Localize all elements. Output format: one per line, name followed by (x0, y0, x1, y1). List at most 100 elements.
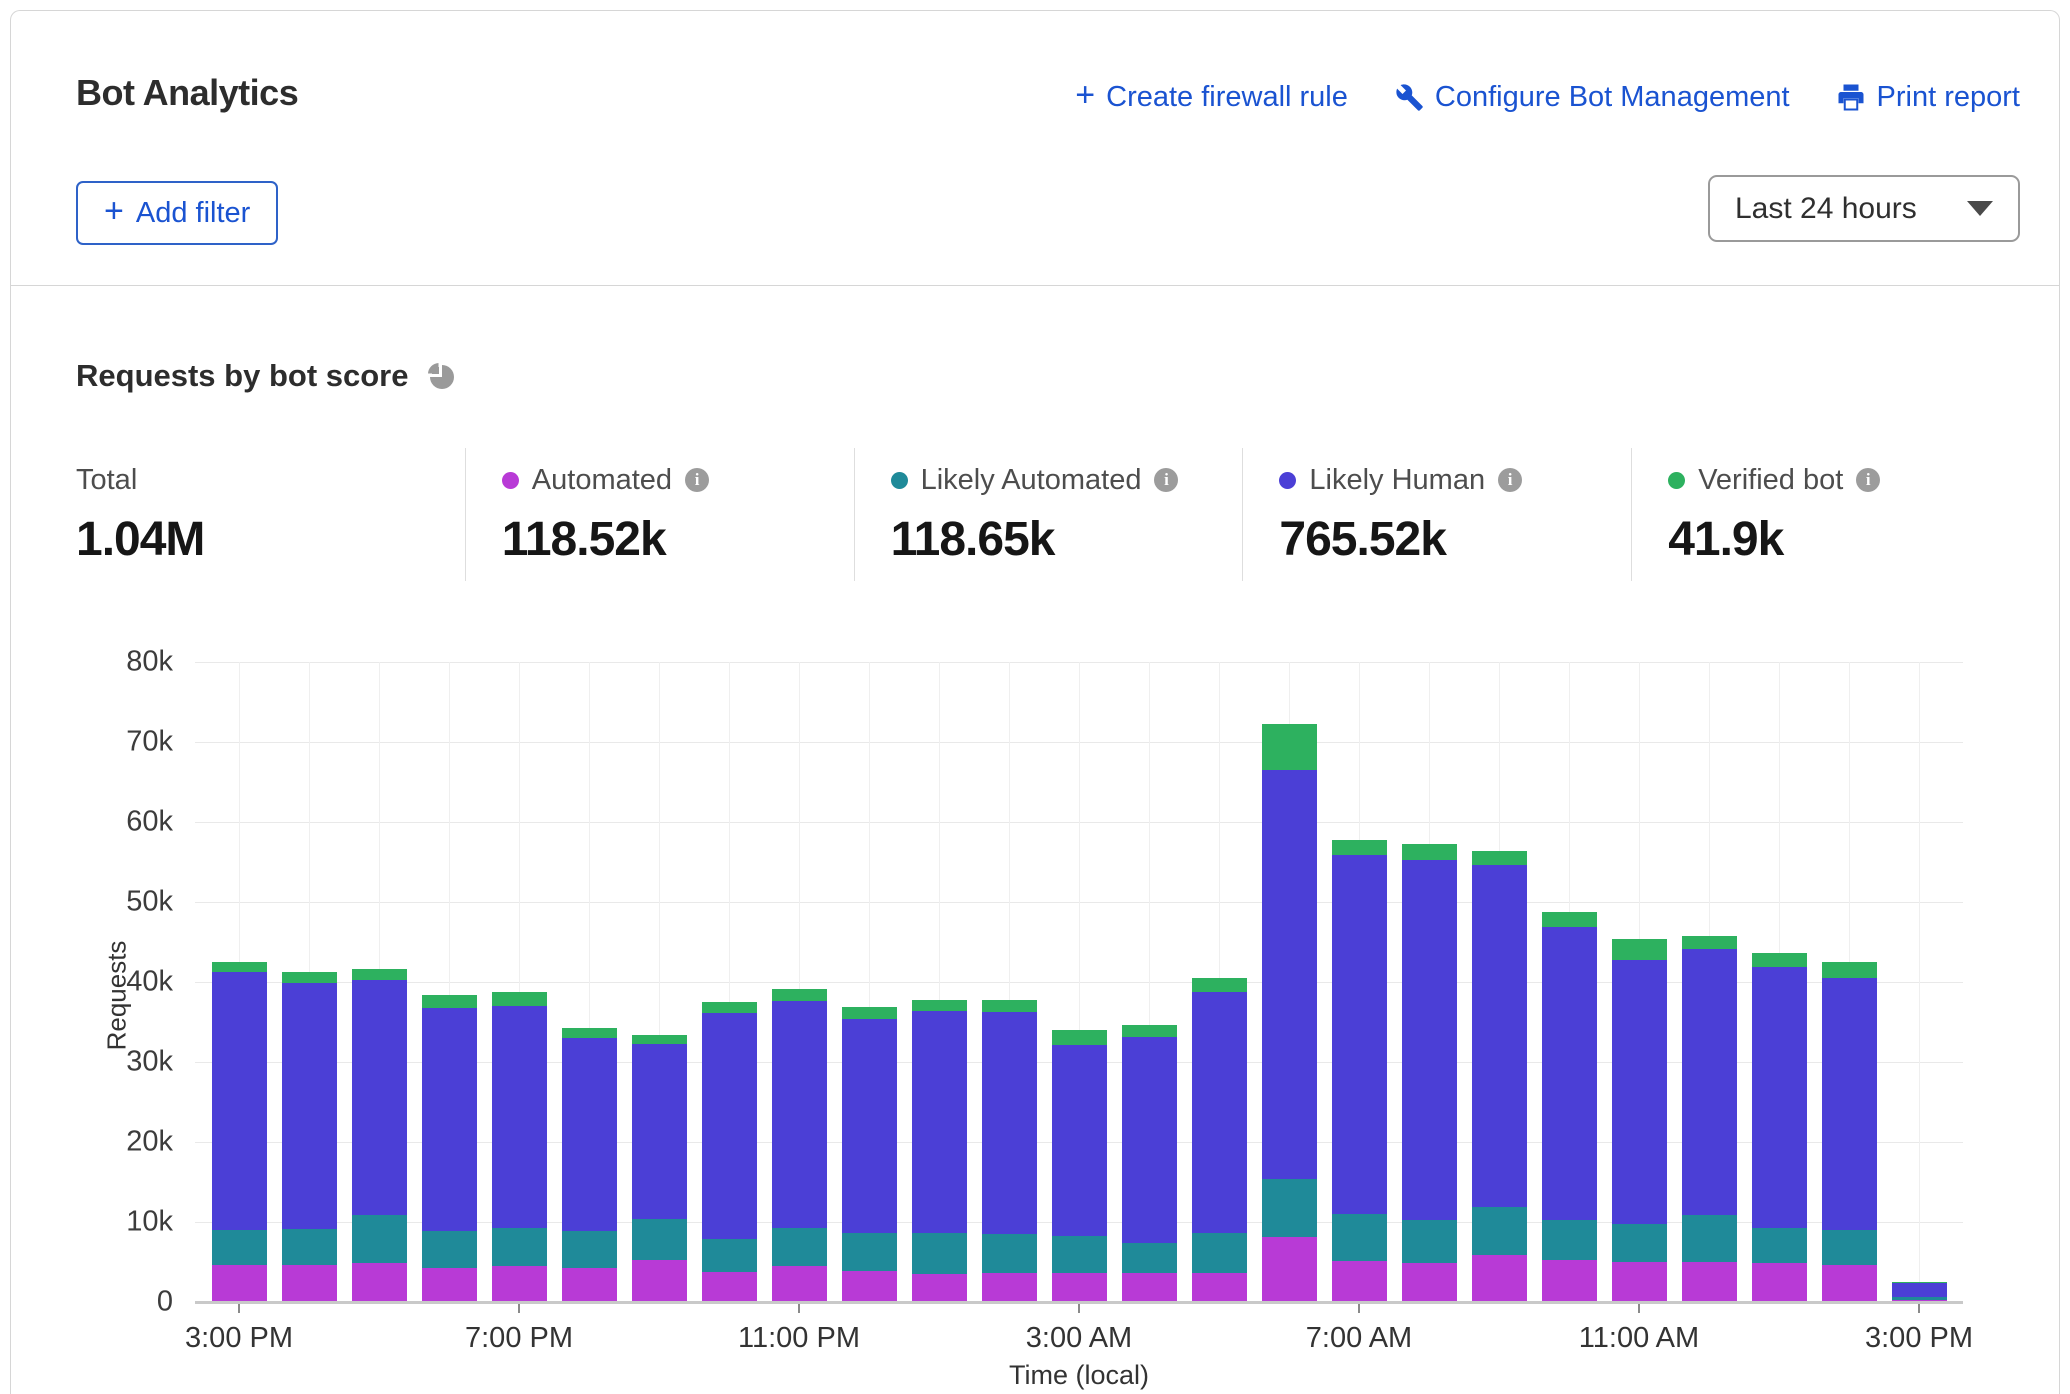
time-range-dropdown[interactable]: Last 24 hours (1708, 175, 2020, 242)
y-tick-label: 70k (0, 726, 173, 759)
segment-verified-bot (1472, 851, 1527, 865)
segment-likely-human (912, 1011, 967, 1233)
bot-analytics-page: Bot Analytics + Create firewall rule Con… (0, 0, 2070, 1394)
chevron-down-icon (1967, 201, 1993, 216)
bar-400am[interactable] (1122, 1025, 1177, 1302)
bar-1200pm[interactable] (1682, 936, 1737, 1302)
stat-likely-automated-value: 118.65k (891, 512, 1243, 567)
segment-likely-automated (1682, 1215, 1737, 1262)
segment-likely-human (282, 983, 337, 1229)
stat-verified-bot: Verified bot i 41.9k (1631, 448, 2020, 581)
segment-likely-human (1752, 967, 1807, 1229)
segment-likely-human (702, 1013, 757, 1239)
segment-automated (1402, 1263, 1457, 1302)
bar-1200am[interactable] (842, 1007, 897, 1302)
section-title-row: Requests by bot score (76, 358, 454, 394)
segment-likely-automated (1472, 1207, 1527, 1255)
header-actions: + Create firewall rule Configure Bot Man… (1075, 80, 2020, 114)
segment-verified-bot (912, 1000, 967, 1011)
bar-800pm[interactable] (562, 1028, 617, 1302)
bar-1100pm[interactable] (772, 989, 827, 1302)
bar-500pm[interactable] (352, 969, 407, 1302)
segment-automated (702, 1272, 757, 1302)
segment-likely-human (982, 1012, 1037, 1234)
bar-1000am[interactable] (1542, 912, 1597, 1302)
bar-100am[interactable] (912, 1000, 967, 1302)
segment-likely-automated (632, 1219, 687, 1261)
bar-500am[interactable] (1192, 978, 1247, 1302)
segment-likely-human (1892, 1283, 1947, 1297)
header-divider (10, 285, 2060, 286)
bar-800am[interactable] (1402, 844, 1457, 1302)
bar-1000pm[interactable] (702, 1002, 757, 1302)
stat-automated-value: 118.52k (502, 512, 854, 567)
x-tick-mark (1638, 1304, 1640, 1313)
segment-automated (912, 1274, 967, 1302)
x-tick-label: 7:00 PM (409, 1322, 629, 1355)
info-icon[interactable]: i (685, 468, 709, 492)
info-icon[interactable]: i (1154, 468, 1178, 492)
stat-automated-label: Automated (532, 464, 672, 497)
segment-likely-automated (842, 1233, 897, 1271)
segment-likely-automated (1752, 1228, 1807, 1262)
segment-verified-bot (772, 989, 827, 1001)
bar-600am[interactable] (1262, 724, 1317, 1302)
gridline-v (1919, 662, 1920, 1302)
segment-verified-bot (1402, 844, 1457, 859)
bar-300am[interactable] (1052, 1030, 1107, 1302)
bar-400pm[interactable] (282, 972, 337, 1302)
info-icon[interactable]: i (1856, 468, 1880, 492)
bar-600pm[interactable] (422, 995, 477, 1302)
bar-900pm[interactable] (632, 1035, 687, 1302)
segment-likely-automated (422, 1231, 477, 1268)
bar-300pm[interactable] (1892, 1282, 1947, 1302)
segment-automated (422, 1268, 477, 1302)
y-tick-label: 0 (0, 1286, 173, 1319)
x-tick-label: 11:00 AM (1529, 1322, 1749, 1355)
segment-verified-bot (1332, 840, 1387, 854)
segment-likely-automated (1612, 1224, 1667, 1262)
add-filter-button[interactable]: + Add filter (76, 181, 278, 245)
x-tick-mark (1078, 1304, 1080, 1313)
bar-300pm[interactable] (212, 962, 267, 1302)
bar-1100am[interactable] (1612, 939, 1667, 1302)
x-tick-label: 7:00 AM (1249, 1322, 1469, 1355)
print-report-link[interactable]: Print report (1836, 81, 2020, 114)
segment-likely-human (842, 1019, 897, 1233)
x-tick-mark (798, 1304, 800, 1313)
likely-human-legend-dot (1279, 472, 1296, 489)
y-tick-label: 30k (0, 1046, 173, 1079)
info-icon[interactable]: i (1498, 468, 1522, 492)
segment-automated (1122, 1273, 1177, 1302)
segment-likely-human (1192, 992, 1247, 1234)
segment-automated (1822, 1265, 1877, 1302)
bar-200am[interactable] (982, 1000, 1037, 1302)
bar-700pm[interactable] (492, 992, 547, 1302)
create-firewall-rule-link[interactable]: + Create firewall rule (1075, 80, 1348, 114)
segment-verified-bot (1752, 953, 1807, 967)
segment-automated (1472, 1255, 1527, 1302)
configure-bot-management-label: Configure Bot Management (1435, 81, 1790, 114)
segment-likely-human (1682, 949, 1737, 1215)
segment-automated (632, 1260, 687, 1302)
segment-likely-automated (1192, 1233, 1247, 1273)
segment-likely-automated (1542, 1220, 1597, 1261)
segment-verified-bot (422, 995, 477, 1009)
segment-likely-human (632, 1044, 687, 1219)
segment-verified-bot (982, 1000, 1037, 1011)
section-title: Requests by bot score (76, 358, 408, 394)
bar-100pm[interactable] (1752, 953, 1807, 1302)
segment-verified-bot (352, 969, 407, 980)
bar-200pm[interactable] (1822, 962, 1877, 1302)
segment-likely-human (1472, 865, 1527, 1207)
segment-automated (772, 1266, 827, 1302)
stat-likely-automated-label: Likely Automated (921, 464, 1142, 497)
bar-700am[interactable] (1332, 840, 1387, 1302)
segment-automated (212, 1265, 267, 1302)
segment-verified-bot (1682, 936, 1737, 950)
configure-bot-management-link[interactable]: Configure Bot Management (1394, 81, 1790, 114)
stat-verified-bot-value: 41.9k (1668, 512, 2020, 567)
bar-900am[interactable] (1472, 851, 1527, 1302)
segment-likely-automated (982, 1234, 1037, 1273)
segment-likely-automated (912, 1233, 967, 1274)
